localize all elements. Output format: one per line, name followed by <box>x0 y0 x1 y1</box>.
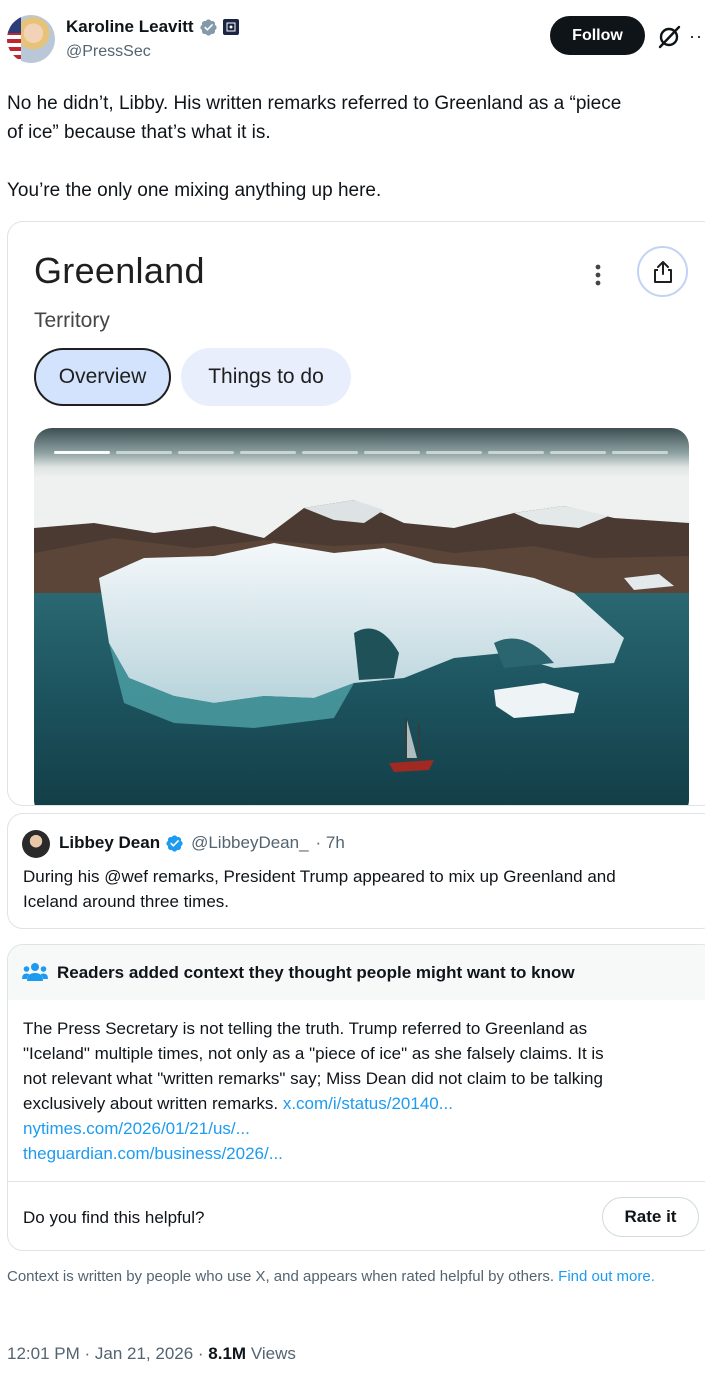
tweet-meta: 12:01 PM · Jan 21, 2026 · 8.1M Views <box>7 1344 296 1364</box>
greenland-title: Greenland <box>34 250 205 291</box>
quoted-header: Libbey Dean @LibbeyDean_ · 7h <box>59 833 345 853</box>
share-button <box>637 246 688 297</box>
author-handle[interactable]: @PressSec <box>66 43 151 61</box>
org-badge-icon <box>222 19 239 35</box>
note-link-x[interactable]: x.com/i/status/20140... <box>283 1094 453 1113</box>
rate-it-button[interactable]: Rate it <box>602 1197 699 1237</box>
tweet-line: No he didn’t, Libby. His written remarks… <box>7 93 622 114</box>
flag-canton <box>7 15 21 33</box>
community-note-header: Readers added context they thought peopl… <box>8 945 705 1000</box>
note-line: exclusively about written remarks. <box>23 1094 279 1113</box>
media-image[interactable]: Greenland Territory Overview Things to d… <box>7 221 705 806</box>
tweet-header: Karoline Leavitt @PressSec Follow ·· <box>0 0 705 72</box>
tweet-text: No he didn’t, Libby. His written remarks… <box>7 89 705 205</box>
quoted-line: During his @wef remarks, President Trump… <box>23 867 616 886</box>
verified-badge-icon <box>199 18 217 36</box>
iceberg-photo <box>34 428 689 805</box>
share-icon <box>653 260 672 283</box>
chip-things-to-do: Things to do <box>181 348 351 406</box>
tweet-line: of ice” because that’s what it is. <box>7 122 271 143</box>
note-link-guardian[interactable]: theguardian.com/business/2026/... <box>23 1141 705 1166</box>
quoted-text: During his @wef remarks, President Trump… <box>23 864 705 914</box>
quoted-time: · 7h <box>315 833 345 852</box>
author-name-row: Karoline Leavitt <box>66 17 239 37</box>
grok-icon[interactable] <box>656 24 682 50</box>
community-note-title: Readers added context they thought peopl… <box>57 963 575 982</box>
quoted-line: Iceland around three times. <box>23 892 230 911</box>
more-icon[interactable]: ·· <box>689 26 703 47</box>
note-line: not relevant what "written remarks" say;… <box>23 1069 603 1088</box>
community-notes-icon <box>22 963 48 981</box>
views-label: Views <box>246 1344 296 1363</box>
tweet-line: You’re the only one mixing anything up h… <box>7 180 382 201</box>
chip-overview: Overview <box>34 348 171 406</box>
community-note-body: The Press Secretary is not telling the t… <box>23 1016 705 1166</box>
find-out-more-link[interactable]: Find out more. <box>558 1268 655 1285</box>
author-name[interactable]: Karoline Leavitt <box>66 17 194 37</box>
context-footer: Context is written by people who use X, … <box>7 1266 697 1287</box>
views-count: 8.1M <box>208 1344 247 1363</box>
note-line: The Press Secretary is not telling the t… <box>23 1019 588 1038</box>
tweet-timestamp[interactable]: 12:01 PM · Jan 21, 2026 · <box>7 1344 208 1363</box>
divider <box>8 1181 705 1182</box>
note-line: "Iceland" multiple times, not only as a … <box>23 1044 604 1063</box>
verified-badge-icon <box>166 834 183 852</box>
kebab-menu-icon <box>595 264 601 286</box>
quoted-name: Libbey Dean <box>59 833 161 852</box>
quoted-handle: @LibbeyDean_ <box>191 833 309 852</box>
greenland-subtitle: Territory <box>34 309 110 332</box>
follow-button[interactable]: Follow <box>550 16 645 55</box>
helpful-question: Do you find this helpful? <box>23 1208 205 1227</box>
quoted-tweet[interactable]: Libbey Dean @LibbeyDean_ · 7h During his… <box>7 813 705 929</box>
quoted-avatar <box>22 830 50 858</box>
context-footer-text: Context is written by people who use X, … <box>7 1268 554 1285</box>
community-note: Readers added context they thought peopl… <box>7 944 705 1251</box>
note-line-with-link: exclusively about written remarks. x.com… <box>23 1091 705 1116</box>
author-avatar[interactable] <box>7 15 55 63</box>
note-link-nytimes[interactable]: nytimes.com/2026/01/21/us/... <box>23 1116 705 1141</box>
